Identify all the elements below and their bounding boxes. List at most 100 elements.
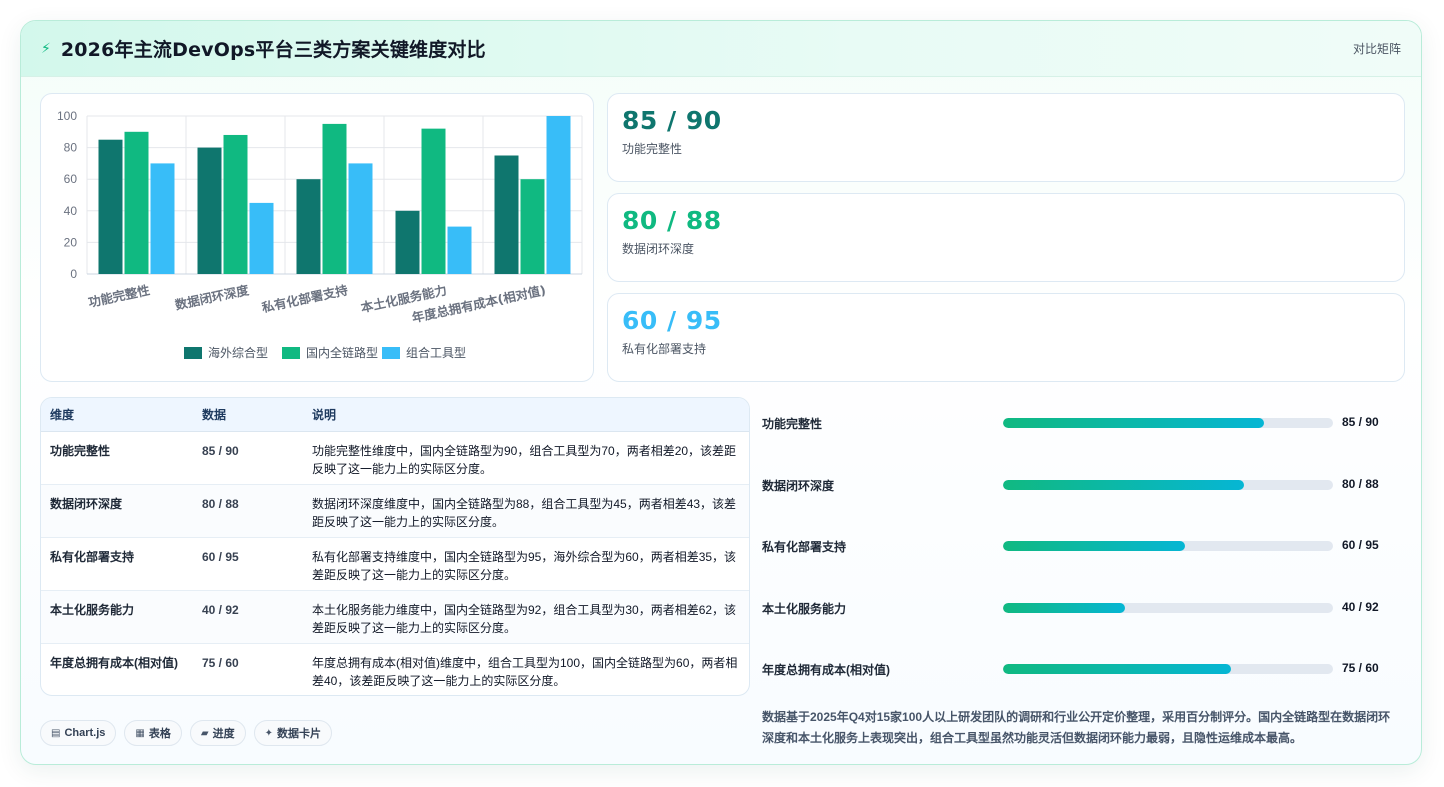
table-cell-data: 85 / 90 bbox=[193, 431, 303, 485]
table-cell-dimension: 本土化服务能力 bbox=[41, 590, 193, 644]
tag-label: 数据卡片 bbox=[276, 728, 321, 740]
bar bbox=[98, 139, 123, 274]
progress-label: 数据闭环深度 bbox=[762, 479, 835, 493]
tag-label: 进度 bbox=[212, 728, 235, 740]
y-tick-label: 100 bbox=[57, 109, 77, 123]
legend-swatch bbox=[184, 347, 202, 359]
x-tick-label: 功能完整性 bbox=[87, 282, 152, 310]
page-title: 2026年主流DevOps平台三类方案关键维度对比 bbox=[60, 39, 486, 61]
progress-list: 功能完整性 85 / 90 数据闭环深度 80 / 88 私有化部署支持 60 … bbox=[762, 397, 1412, 697]
sparkle-icon: ✦ bbox=[264, 727, 273, 739]
progress-row: 年度总拥有成本(相对值) 75 / 60 bbox=[762, 659, 1412, 679]
progress-fill bbox=[1003, 664, 1231, 674]
chart-icon: ▤ bbox=[51, 727, 61, 739]
table-row: 本土化服务能力 40 / 92 本土化服务能力维度中，国内全链路型为92，组合工… bbox=[41, 590, 749, 644]
stat-value: 85 / 90 bbox=[622, 106, 722, 135]
bar bbox=[197, 147, 222, 274]
table-cell-description: 年度总拥有成本(相对值)维度中，组合工具型为100，国内全链路型为60，两者相差… bbox=[312, 656, 738, 688]
progress-track bbox=[1003, 603, 1333, 613]
legend-label: 组合工具型 bbox=[406, 345, 466, 360]
stat-card-3: 60 / 95 私有化部署支持 bbox=[607, 293, 1405, 382]
table-cell-dimension: 年度总拥有成本(相对值) bbox=[50, 656, 178, 670]
bar bbox=[296, 179, 321, 274]
footnote: 数据基于2025年Q4对15家100人以上研发团队的调研和行业公开定价整理，采用… bbox=[762, 710, 1391, 745]
progress-label: 年度总拥有成本(相对值) bbox=[762, 663, 890, 677]
progress-fill bbox=[1003, 480, 1244, 490]
bar bbox=[395, 210, 420, 274]
table-row: 私有化部署支持 60 / 95 私有化部署支持维度中，国内全链路型为95，海外综… bbox=[41, 537, 749, 591]
legend-label: 海外综合型 bbox=[208, 345, 268, 360]
table-row: 年度总拥有成本(相对值) 75 / 60 年度总拥有成本(相对值)维度中，组合工… bbox=[41, 644, 749, 696]
bar bbox=[348, 163, 373, 274]
stat-card-1: 85 / 90 功能完整性 bbox=[607, 93, 1405, 182]
table-cell-data: 40 / 92 bbox=[193, 590, 303, 644]
y-tick-label: 80 bbox=[64, 141, 78, 155]
progress-row: 数据闭环深度 80 / 88 bbox=[762, 475, 1412, 495]
bar bbox=[421, 128, 446, 274]
progress-value: 80 / 88 bbox=[1342, 477, 1379, 491]
table-cell-description: 私有化部署支持维度中，国内全链路型为95，海外综合型为60，两者相差35，该差距… bbox=[303, 537, 749, 591]
table-cell-dimension: 私有化部署支持 bbox=[41, 537, 193, 591]
tag-label: Chart.js bbox=[64, 727, 106, 739]
progress-fill bbox=[1003, 603, 1126, 613]
tag-list: ▤ Chart.js ▦ 表格 ▰ 进度 ✦ 数据卡片 bbox=[40, 720, 332, 746]
progress-value: 75 / 60 bbox=[1342, 661, 1379, 675]
progress-value: 85 / 90 bbox=[1342, 415, 1379, 429]
legend-swatch bbox=[382, 347, 400, 359]
y-tick-label: 0 bbox=[70, 267, 77, 281]
legend-swatch bbox=[282, 347, 300, 359]
header: ⚡ 2026年主流DevOps平台三类方案关键维度对比 对比矩阵 bbox=[21, 21, 1421, 77]
bar bbox=[322, 123, 347, 275]
y-tick-label: 40 bbox=[64, 204, 78, 218]
legend-label: 国内全链路型 bbox=[306, 345, 378, 360]
tag-progress[interactable]: ▰ 进度 bbox=[189, 720, 246, 746]
y-tick-label: 20 bbox=[64, 235, 78, 249]
progress-track bbox=[1003, 418, 1333, 428]
table-row: 数据闭环深度 80 / 88 数据闭环深度维度中，国内全链路型为88，组合工具型… bbox=[41, 484, 749, 538]
table-header-row: 维度 数据 说明 bbox=[41, 398, 749, 432]
table-cell-description: 数据闭环深度维度中，国内全链路型为88，组合工具型为45，两者相差43，该差距反… bbox=[303, 484, 749, 538]
table-cell-description: 功能完整性维度中，国内全链路型为90，组合工具型为70，两者相差20，该差距反映… bbox=[303, 431, 749, 485]
stat-label: 私有化部署支持 bbox=[622, 342, 707, 356]
bar bbox=[223, 134, 248, 274]
matrix-badge: 对比矩阵 bbox=[1352, 42, 1401, 56]
column-header-dimension: 维度 bbox=[41, 398, 193, 432]
progress-icon: ▰ bbox=[200, 727, 209, 739]
bar bbox=[520, 179, 545, 274]
table-row: 功能完整性 85 / 90 功能完整性维度中，国内全链路型为90，组合工具型为7… bbox=[41, 431, 749, 485]
comparison-table: 维度 数据 说明 功能完整性 85 / 90 功能完整性维度中，国内全链路型为9… bbox=[41, 398, 749, 696]
progress-row: 本土化服务能力 40 / 92 bbox=[762, 598, 1412, 618]
tag-data-cards[interactable]: ✦ 数据卡片 bbox=[253, 720, 332, 746]
bar bbox=[249, 202, 274, 274]
progress-label: 私有化部署支持 bbox=[762, 540, 847, 554]
bar-chart-panel: 0 20 40 60 80 100 功能完整性 数据闭环深度 私有化部署支持 本土化服务能力 年度总… bbox=[40, 93, 594, 382]
bar bbox=[124, 131, 149, 274]
progress-track bbox=[1003, 480, 1333, 490]
stat-label: 功能完整性 bbox=[622, 142, 683, 156]
progress-track bbox=[1003, 541, 1333, 551]
tag-table[interactable]: ▦ 表格 bbox=[124, 720, 182, 746]
x-tick-label: 数据闭环深度 bbox=[173, 282, 251, 313]
progress-value: 40 / 92 bbox=[1342, 600, 1379, 614]
bar bbox=[546, 116, 571, 274]
stat-value: 60 / 95 bbox=[622, 306, 722, 335]
progress-track bbox=[1003, 664, 1333, 674]
tag-label: 表格 bbox=[148, 728, 171, 740]
comparison-table-panel: 维度 数据 说明 功能完整性 85 / 90 功能完整性维度中，国内全链路型为9… bbox=[40, 397, 750, 696]
table-cell-dimension: 功能完整性 bbox=[41, 431, 193, 485]
bar-chart: 020406080100功能完整性 数据闭环深度 私有化部署支持 本土化服务能力年度总… bbox=[57, 109, 583, 360]
bar bbox=[150, 163, 175, 274]
progress-label: 功能完整性 bbox=[762, 417, 823, 431]
stat-label: 数据闭环深度 bbox=[622, 242, 695, 256]
tag-chartjs[interactable]: ▤ Chart.js bbox=[40, 720, 117, 746]
table-cell-dimension: 数据闭环深度 bbox=[41, 484, 193, 538]
x-tick-label: 私有化部署支持 bbox=[259, 282, 349, 315]
stat-value: 80 / 88 bbox=[622, 206, 722, 235]
progress-value: 60 / 95 bbox=[1342, 538, 1379, 552]
table-cell-description: 本土化服务能力维度中，国内全链路型为92，组合工具型为30，两者相差62，该差距… bbox=[303, 590, 749, 644]
progress-row: 功能完整性 85 / 90 bbox=[762, 413, 1412, 433]
table-cell-data: 75 / 60 bbox=[202, 656, 239, 670]
progress-fill bbox=[1003, 541, 1185, 551]
progress-label: 本土化服务能力 bbox=[762, 602, 847, 616]
column-header-description: 说明 bbox=[303, 398, 749, 432]
